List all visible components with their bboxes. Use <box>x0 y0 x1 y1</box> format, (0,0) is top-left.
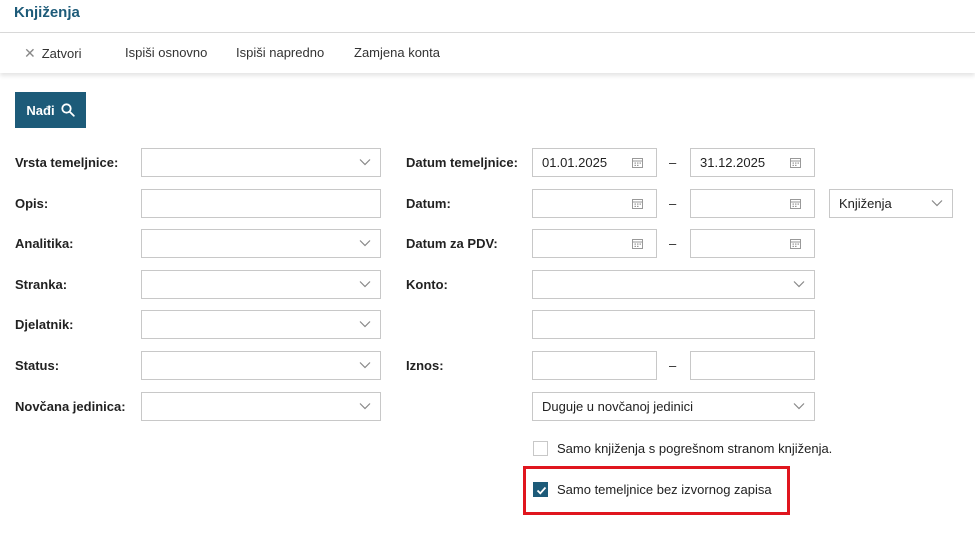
datum-do-input[interactable] <box>690 189 815 218</box>
range-separator: – <box>669 196 677 211</box>
label-datum: Datum: <box>406 196 451 211</box>
wrong-side-label: Samo knjiženja s pogrešnom stranom knjiž… <box>557 441 833 456</box>
close-icon: ✕ <box>24 45 36 61</box>
search-icon <box>60 103 75 117</box>
datum-pdv-od-input[interactable] <box>532 229 657 258</box>
novcana-jedinica-select[interactable] <box>141 392 381 421</box>
label-konto: Konto: <box>406 277 448 292</box>
toolbar: ✕ Zatvori Ispiši osnovno Ispiši napredno … <box>0 33 975 73</box>
konto-select[interactable] <box>532 270 815 299</box>
djelatnik-select[interactable] <box>141 310 381 339</box>
find-label: Nađi <box>26 102 55 118</box>
label-datum-temeljnice: Datum temeljnice: <box>406 155 518 170</box>
datum-temeljnice-do-input[interactable]: 31.12.2025 <box>690 148 815 177</box>
status-select[interactable] <box>141 351 381 380</box>
datum-type-select[interactable]: Knjiženja <box>829 189 953 218</box>
print-advanced-button[interactable]: Ispiši napredno <box>236 45 324 60</box>
konto-input[interactable] <box>532 310 815 339</box>
datum-temeljnice-od-input[interactable]: 01.01.2025 <box>532 148 657 177</box>
label-datum-za-pdv: Datum za PDV: <box>406 236 498 251</box>
datum-temeljnice-do-value: 31.12.2025 <box>700 155 766 170</box>
label-iznos: Iznos: <box>406 358 444 373</box>
highlight-box <box>523 466 790 515</box>
calendar-icon[interactable] <box>790 157 801 168</box>
datum-type-value: Knjiženja <box>839 196 892 211</box>
label-novcana-jedinica: Novčana jedinica: <box>15 399 126 414</box>
calendar-icon[interactable] <box>790 238 801 249</box>
datum-temeljnice-od-value: 01.01.2025 <box>542 155 608 170</box>
range-separator: – <box>669 236 677 251</box>
analitika-select[interactable] <box>141 229 381 258</box>
calendar-icon[interactable] <box>632 198 643 209</box>
vrsta-temeljnice-select[interactable] <box>141 148 381 177</box>
close-label: Zatvori <box>41 46 82 61</box>
calendar-icon[interactable] <box>790 198 801 209</box>
chevron-down-icon <box>359 281 371 288</box>
chevron-down-icon <box>359 403 371 410</box>
range-separator: – <box>669 358 677 373</box>
print-basic-button[interactable]: Ispiši osnovno <box>125 45 207 60</box>
iznos-od-input[interactable] <box>532 351 657 380</box>
chevron-down-icon <box>359 321 371 328</box>
close-button[interactable]: ✕ Zatvori <box>24 45 81 62</box>
label-opis: Opis: <box>15 196 49 211</box>
opis-input[interactable] <box>141 189 381 218</box>
datum-od-input[interactable] <box>532 189 657 218</box>
datum-pdv-do-input[interactable] <box>690 229 815 258</box>
swap-accounts-button[interactable]: Zamjena konta <box>354 45 440 60</box>
page-title: Knjiženja <box>14 4 80 21</box>
chevron-down-icon <box>793 403 805 410</box>
chevron-down-icon <box>793 281 805 288</box>
calendar-icon[interactable] <box>632 238 643 249</box>
chevron-down-icon <box>359 159 371 166</box>
iznos-do-input[interactable] <box>690 351 815 380</box>
range-separator: – <box>669 155 677 170</box>
chevron-down-icon <box>931 200 943 207</box>
label-vrsta-temeljnice: Vrsta temeljnice: <box>15 155 119 170</box>
label-status: Status: <box>15 358 60 373</box>
label-djelatnik: Djelatnik: <box>15 317 74 332</box>
chevron-down-icon <box>359 240 371 247</box>
label-stranka: Stranka: <box>15 277 68 292</box>
stranka-select[interactable] <box>141 270 381 299</box>
find-button[interactable]: Nađi <box>15 92 86 128</box>
iznos-mode-select[interactable]: Duguje u novčanoj jedinici <box>532 392 815 421</box>
calendar-icon[interactable] <box>632 157 643 168</box>
iznos-mode-value: Duguje u novčanoj jedinici <box>542 399 694 414</box>
wrong-side-checkbox[interactable] <box>533 441 548 456</box>
label-analitika: Analitika: <box>15 236 74 251</box>
chevron-down-icon <box>359 362 371 369</box>
